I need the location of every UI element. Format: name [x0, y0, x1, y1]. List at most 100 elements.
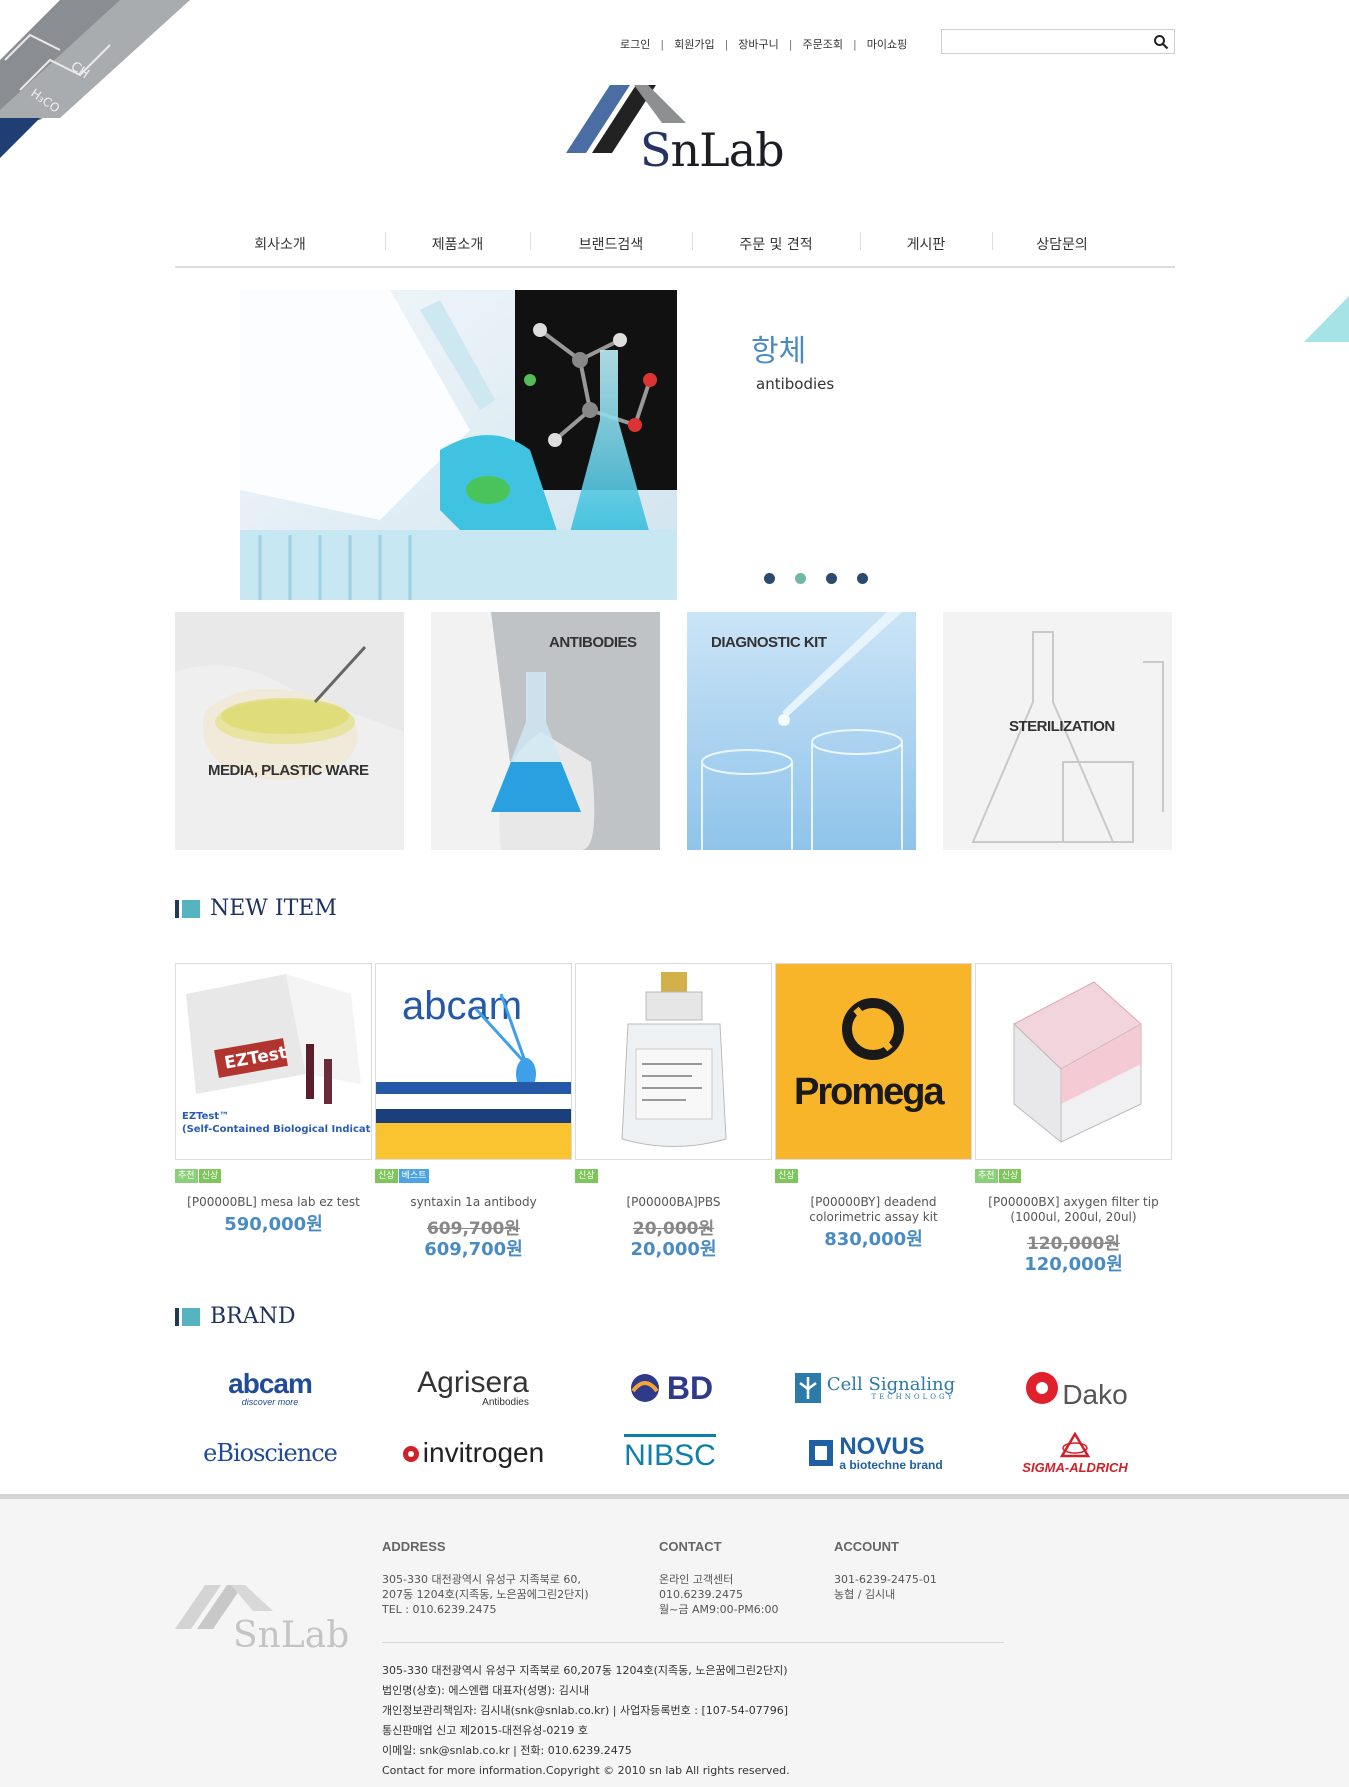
nav-brand-search[interactable]: 브랜드검색 — [530, 226, 692, 262]
product-image[interactable] — [575, 963, 772, 1160]
brand-name: NIBSC — [624, 1433, 716, 1473]
hero-subtitle: antibodies — [756, 375, 835, 393]
brand-text: Cell Signaling TECHNOLOGY — [826, 1373, 956, 1401]
category-tile-media[interactable]: MEDIA, PLASTIC WARE — [175, 612, 404, 850]
product-image[interactable]: Promega — [775, 963, 972, 1160]
product-price: 609,700원 — [424, 1239, 523, 1260]
footer-account-text: 301-6239-2475-01 농협 / 김시내 — [834, 1573, 937, 1601]
product-card[interactable]: 추천 신상 [P00000BX] axygen filter tip (1000… — [975, 963, 1172, 1276]
product-image[interactable]: abcam — [375, 963, 572, 1160]
brand-name: Dako — [1062, 1379, 1128, 1410]
logo-text: SnLab — [640, 123, 785, 177]
search-icon[interactable] — [1153, 34, 1169, 50]
brand-tagline: Antibodies — [482, 1397, 529, 1408]
signup-link[interactable]: 회원가입 — [674, 36, 714, 52]
order-lookup-link[interactable]: 주문조회 — [803, 36, 843, 52]
badges: 신상 — [575, 1169, 772, 1183]
separator: | — [724, 37, 729, 51]
product-image[interactable] — [975, 963, 1172, 1160]
product-card[interactable]: 신상 [P00000BA]PBS 20,000원 20,000원 — [575, 963, 772, 1261]
brand-invitrogen[interactable]: invitrogen — [373, 1430, 573, 1476]
brand-name: Agrisera — [417, 1366, 529, 1399]
product-price-old: 20,000원 — [632, 1219, 715, 1239]
svg-text:Promega: Promega — [794, 1071, 945, 1113]
invitrogen-logo-icon — [402, 1446, 419, 1462]
brand-title: BRAND — [210, 1304, 296, 1329]
badge-new: 신상 — [575, 1169, 598, 1183]
product-card[interactable]: EZTest EZTest™ (Self-Contained Biological… — [175, 963, 372, 1236]
tile-label: STERILIZATION — [1009, 718, 1115, 735]
site-logo[interactable]: SnLab — [566, 85, 786, 177]
footer: SnLab ADDRESS 305-330 대전광역시 유성구 지족북로 60,… — [0, 1494, 1349, 1787]
brand-sigma-logo: SIGMA-ALDRICH — [1022, 1431, 1128, 1474]
cart-link[interactable]: 장바구니 — [738, 36, 778, 52]
product-price-old: 120,000원 — [1026, 1234, 1121, 1254]
dako-logo-icon — [1026, 1372, 1059, 1404]
svg-text:SnLab: SnLab — [233, 1615, 349, 1656]
brand-ebioscience[interactable]: eBioscience — [170, 1430, 370, 1476]
footer-copyright: Contact for more information.Copyright ©… — [382, 1764, 790, 1777]
badge-new: 신상 — [375, 1169, 398, 1183]
brand-name: BD — [666, 1369, 714, 1406]
product-name[interactable]: [P00000BX] axygen filter tip (1000ul, 20… — [975, 1195, 1172, 1225]
brand-abcam[interactable]: abcam discover more — [170, 1365, 370, 1411]
brand-name: Cell Signaling — [826, 1373, 956, 1395]
brand-nibsc[interactable]: NIBSC — [570, 1430, 770, 1476]
brand-name: NOVUS — [839, 1433, 925, 1460]
footer-address-text: 305-330 대전광역시 유성구 지족북로 60, 207동 1204호(지족… — [382, 1573, 589, 1616]
footer-company-info: 305-330 대전광역시 유성구 지족북로 60,207동 1204호(지족동… — [382, 1661, 790, 1781]
nav-products[interactable]: 제품소개 — [385, 226, 530, 262]
separator: | — [660, 37, 665, 51]
teal-corner-decoration — [1304, 296, 1349, 342]
header-square — [182, 1307, 200, 1326]
login-link[interactable]: 로그인 — [620, 36, 650, 52]
product-name[interactable]: [P00000BY] deadend colorimetric assay ki… — [775, 1195, 972, 1225]
product-name[interactable]: [P00000BA]PBS — [575, 1195, 772, 1210]
hero-image[interactable] — [240, 290, 677, 600]
brand-bd[interactable]: BD — [570, 1365, 770, 1411]
product-card[interactable]: Promega 신상 [P00000BY] deadend colorimetr… — [775, 963, 972, 1251]
bd-logo-icon — [630, 1374, 659, 1402]
brand-tagline: TECHNOLOGY — [871, 1392, 956, 1401]
nav-consult[interactable]: 상담문의 — [992, 226, 1132, 262]
my-shopping-link[interactable]: 마이쇼핑 — [867, 36, 907, 52]
product-image[interactable]: EZTest EZTest™ (Self-Contained Biological… — [175, 963, 372, 1160]
product-name[interactable]: syntaxin 1a antibody — [375, 1195, 572, 1210]
product-price: 20,000원 — [630, 1239, 717, 1260]
header-bar — [175, 1307, 179, 1326]
category-tile-antibodies[interactable]: ANTIBODIES — [431, 612, 660, 850]
brand-abcam-logo: abcam discover more — [228, 1369, 313, 1407]
tile-label: MEDIA, PLASTIC WARE — [208, 762, 369, 779]
category-tile-sterilization[interactable]: STERILIZATION — [943, 612, 1172, 850]
nav-order-quote[interactable]: 주문 및 견적 — [692, 226, 860, 262]
slider-dot[interactable] — [857, 573, 868, 584]
header-bar — [175, 899, 179, 918]
product-card[interactable]: abcam 신상 베스트 syntaxin 1a antibody 609,70… — [375, 963, 572, 1261]
slider-dot[interactable] — [826, 573, 837, 584]
badge-new: 신상 — [198, 1169, 222, 1183]
product-price: 830,000원 — [824, 1229, 923, 1250]
separator: | — [852, 37, 857, 51]
badges: 추천 신상 — [975, 1169, 1172, 1183]
footer-account-title: ACCOUNT — [834, 1539, 899, 1554]
brand-dako[interactable]: Dako — [975, 1365, 1175, 1411]
tile-label: ANTIBODIES — [549, 634, 637, 651]
footer-divider — [382, 1642, 1004, 1643]
brand-cell-signaling[interactable]: Cell Signaling TECHNOLOGY — [775, 1365, 975, 1411]
nav-board[interactable]: 게시판 — [860, 226, 992, 262]
slider-dot[interactable] — [764, 573, 775, 584]
search-input[interactable] — [942, 30, 1142, 54]
nav-company[interactable]: 회사소개 — [175, 226, 385, 262]
badge-recommended: 추천 — [175, 1169, 198, 1183]
brand-tagline: a biotechne brand — [839, 1458, 943, 1472]
brand-novus[interactable]: NOVUS a biotechne brand — [775, 1430, 975, 1476]
badges: 추천 신상 — [175, 1169, 372, 1183]
brand-agrisera[interactable]: Agrisera Antibodies — [373, 1365, 573, 1411]
slider-dot-active[interactable] — [795, 573, 806, 584]
separator: | — [788, 37, 793, 51]
new-item-header: NEW ITEM — [175, 896, 337, 921]
product-name[interactable]: [P00000BL] mesa lab ez test — [175, 1195, 372, 1210]
brand-sigma-aldrich[interactable]: SIGMA-ALDRICH — [975, 1430, 1175, 1476]
category-tile-diagnostic[interactable]: DIAGNOSTIC KIT — [687, 612, 916, 850]
header-square — [182, 899, 200, 918]
